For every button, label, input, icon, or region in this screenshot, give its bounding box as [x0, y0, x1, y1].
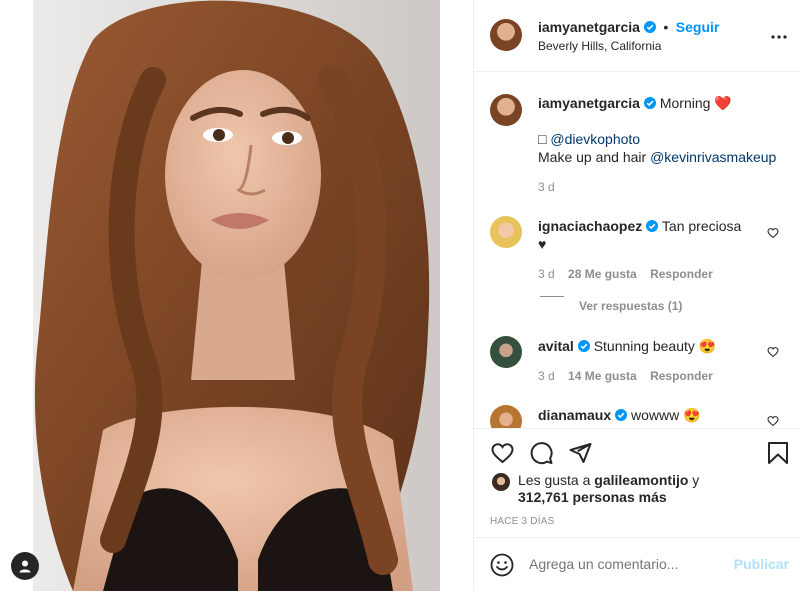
- comment-item: ignaciachaopez Tan preciosa ♥ 3 d 28 Me …: [538, 217, 753, 283]
- caption-text: Morning: [659, 95, 711, 111]
- comment-likes[interactable]: 28 Me gusta: [568, 267, 637, 281]
- reply-button[interactable]: Responder: [650, 369, 713, 383]
- comment-author[interactable]: ignaciachaopez: [538, 218, 642, 234]
- comment-text-line2: ♥: [538, 236, 547, 252]
- author-username[interactable]: iamyanetgarcia: [538, 19, 640, 35]
- add-comment-input[interactable]: [529, 556, 719, 572]
- comment-text: wowww: [631, 407, 680, 423]
- comment-text: Tan preciosa: [661, 218, 742, 234]
- follow-button[interactable]: Seguir: [676, 19, 720, 35]
- mention-photographer[interactable]: @dievkophoto: [550, 131, 640, 147]
- comment-time[interactable]: 3 d: [538, 267, 555, 281]
- share-icon[interactable]: [568, 441, 593, 465]
- more-options-button[interactable]: [771, 26, 787, 44]
- caption-author-avatar[interactable]: [490, 94, 522, 126]
- verified-icon: [615, 409, 628, 421]
- post-location[interactable]: Beverly Hills, California: [538, 39, 661, 53]
- caption-line3-text: Make up and hair: [538, 149, 647, 165]
- likes-prefix: Les gusta a: [518, 472, 591, 488]
- comment-meta: 3 d 28 Me gusta Responder: [538, 265, 753, 283]
- add-comment-bar: Publicar: [474, 537, 800, 592]
- more-options-icon: [771, 35, 787, 39]
- liker-username[interactable]: galileamontijo: [594, 472, 688, 488]
- author-line: iamyanetgarcia • Seguir: [538, 19, 719, 37]
- likes-connector: y: [692, 472, 700, 488]
- likes-summary: Les gusta a galileamontijo y 312,761 per…: [518, 472, 778, 506]
- post-photo[interactable]: [33, 0, 440, 591]
- author-avatar[interactable]: [490, 19, 522, 51]
- comments-list[interactable]: iamyanetgarcia Morning ❤️ □ @dievkophoto…: [474, 72, 800, 428]
- verified-icon: [643, 97, 656, 109]
- comment-text: Stunning beauty: [593, 338, 695, 354]
- user-tags-button[interactable]: [11, 552, 39, 580]
- post-side-panel: iamyanetgarcia • Seguir Beverly Hills, C…: [473, 0, 800, 591]
- reply-button[interactable]: Responder: [650, 267, 713, 281]
- comment-author[interactable]: dianamaux: [538, 407, 611, 423]
- bookmark-icon[interactable]: [767, 441, 789, 465]
- comment-like-heart-icon[interactable]: [767, 227, 779, 239]
- verified-icon: [577, 340, 590, 352]
- caption-line-makeup: Make up and hair @kevinrivasmakeup: [538, 148, 788, 166]
- comment-avatar[interactable]: [490, 336, 522, 368]
- publish-button[interactable]: Publicar: [734, 556, 789, 572]
- comment-item: avital Stunning beauty 😍 3 d 14 Me gusta…: [538, 337, 753, 385]
- comment-emoji: 😍: [683, 407, 701, 423]
- likes-count[interactable]: 312,761 personas más: [518, 489, 667, 505]
- comment-like-heart-icon[interactable]: [767, 415, 779, 427]
- comment-emoji: 😍: [698, 338, 717, 354]
- post-actions: Les gusta a galileamontijo y 312,761 per…: [474, 428, 800, 591]
- emoji-icon[interactable]: [490, 553, 514, 577]
- verified-icon: [646, 220, 659, 232]
- comment-time[interactable]: 3 d: [538, 369, 555, 383]
- verified-icon: [643, 21, 656, 33]
- comment-like-heart-icon[interactable]: [767, 346, 779, 358]
- post-time[interactable]: HACE 3 DÍAS: [490, 516, 554, 527]
- liker-avatar[interactable]: [492, 473, 510, 491]
- header-separator: •: [663, 19, 669, 35]
- post-photo-illustration: [33, 0, 440, 591]
- comment-avatar[interactable]: [490, 405, 522, 428]
- caption-line-prefix: □: [538, 131, 547, 147]
- mention-makeup-artist[interactable]: @kevinrivasmakeup: [650, 149, 776, 165]
- caption-time[interactable]: 3 d: [538, 178, 788, 196]
- heart-icon[interactable]: [490, 441, 515, 465]
- user-icon: [19, 560, 31, 573]
- comment-likes[interactable]: 14 Me gusta: [568, 369, 637, 383]
- comment-item: dianamaux wowww 😍: [538, 406, 753, 424]
- comment-avatar[interactable]: [490, 216, 522, 248]
- caption-emoji: ❤️: [714, 95, 732, 111]
- post-media-pane: [0, 0, 473, 591]
- view-replies-button[interactable]: Ver respuestas (1): [579, 299, 682, 313]
- view-replies-line: [540, 296, 564, 297]
- caption: iamyanetgarcia Morning ❤️ □ @dievkophoto…: [538, 94, 788, 196]
- caption-author-username[interactable]: iamyanetgarcia: [538, 95, 640, 111]
- comment-meta: 3 d 14 Me gusta Responder: [538, 367, 753, 385]
- post-header: iamyanetgarcia • Seguir Beverly Hills, C…: [474, 0, 800, 72]
- comment-icon[interactable]: [529, 441, 554, 465]
- caption-line-photo: □ @dievkophoto: [538, 130, 788, 148]
- comment-author[interactable]: avital: [538, 338, 574, 354]
